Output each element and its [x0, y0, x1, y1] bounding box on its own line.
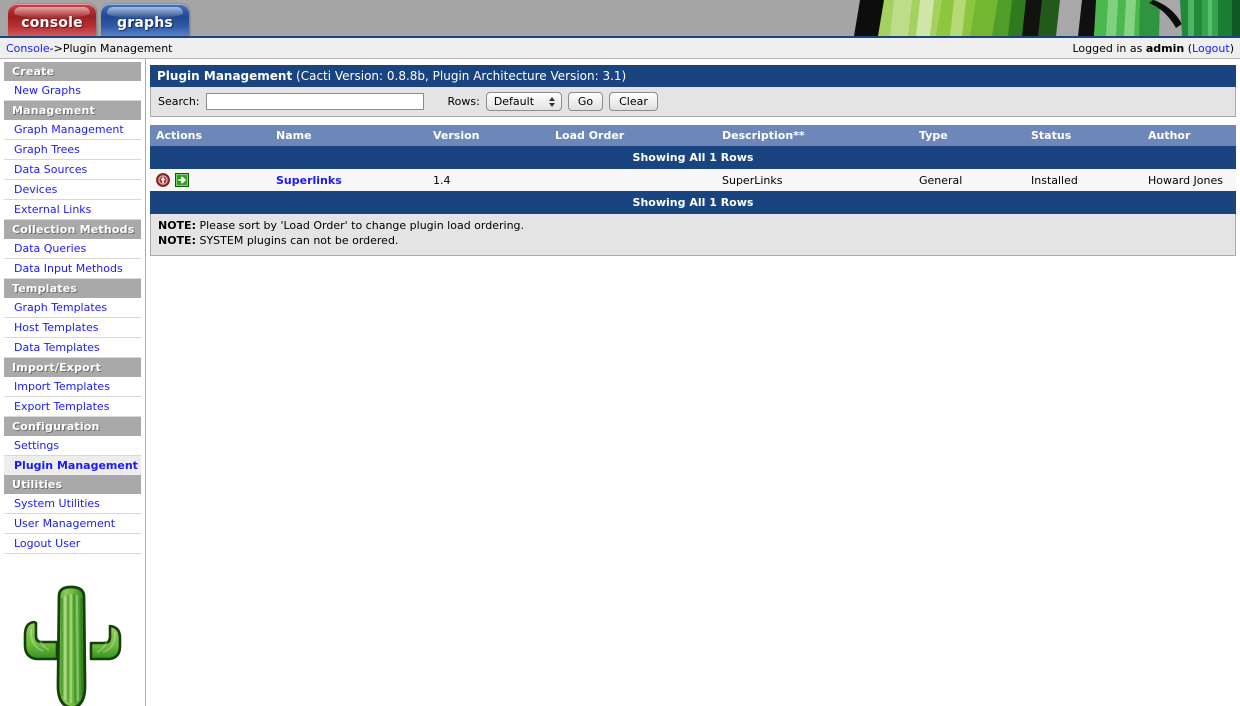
note-system-plugins: NOTE: SYSTEM plugins can not be ordered.	[158, 234, 1228, 249]
filter-toolbar: Search: Rows: Default Go Clear	[150, 87, 1236, 117]
sidebar-item-logout-user[interactable]: Logout User	[4, 534, 141, 554]
showing-rows-top-label: Showing All 1 Rows	[150, 146, 1236, 169]
sidebar-item-data-sources[interactable]: Data Sources	[4, 160, 141, 180]
logged-in-prefix: Logged in as	[1072, 41, 1146, 55]
plugin-name-link[interactable]: Superlinks	[276, 174, 342, 187]
cacti-console-page: console graphs Console -> Plugin Managem…	[0, 0, 1240, 706]
breadcrumb-bar: Console -> Plugin Management Logged in a…	[0, 38, 1240, 59]
sidebar-item-user-management[interactable]: User Management	[4, 514, 141, 534]
plugins-table: Showing All 1 Rows Actions Name Version …	[150, 125, 1236, 214]
tab-console[interactable]: console	[8, 4, 96, 36]
clear-button[interactable]: Clear	[609, 92, 658, 111]
col-header-status[interactable]: Status	[1025, 125, 1142, 147]
chevron-updown-icon	[548, 96, 555, 107]
plugins-table-head: Actions Name Version Load Order Descript…	[150, 125, 1236, 147]
plugins-table-body: Superlinks 1.4 SuperLinks General Instal…	[150, 168, 1236, 214]
sidebar-section-header: Import/Export	[4, 358, 141, 377]
col-header-description[interactable]: Description**	[716, 125, 913, 147]
col-header-load-order[interactable]: Load Order	[549, 125, 716, 147]
login-status: Logged in as admin (Logout)	[1072, 42, 1234, 55]
sidebar-item-import-templates[interactable]: Import Templates	[4, 377, 141, 397]
search-label: Search:	[158, 95, 200, 108]
top-tab-bar: console graphs	[0, 0, 1240, 38]
cactus-banner-graphic	[850, 0, 1240, 36]
rows-select[interactable]: Default	[485, 92, 562, 111]
sidebar-item-host-templates[interactable]: Host Templates	[4, 318, 141, 338]
showing-rows-bottom: Showing All 1 Rows	[150, 191, 1236, 214]
note-1-text: Please sort by 'Load Order' to change pl…	[195, 219, 525, 232]
cell-status: Installed	[1025, 168, 1142, 192]
sidebar-section-header: Management	[4, 101, 141, 120]
sidebar-item-new-graphs[interactable]: New Graphs	[4, 81, 141, 101]
rows-label: Rows:	[447, 95, 480, 108]
sidebar-item-graph-templates[interactable]: Graph Templates	[4, 298, 141, 318]
note-2-label: NOTE:	[158, 233, 196, 247]
col-header-name[interactable]: Name	[270, 125, 427, 147]
panel-title-rest: (Cacti Version: 0.8.8b, Plugin Architect…	[292, 69, 627, 83]
panel-title-bold: Plugin Management	[157, 69, 293, 83]
logout-paren-open: (	[1184, 41, 1193, 55]
tab-list: console graphs	[8, 4, 189, 36]
sidebar-item-graph-trees[interactable]: Graph Trees	[4, 140, 141, 160]
search-input[interactable]	[205, 93, 424, 110]
sidebar-section-header: Configuration	[4, 417, 141, 436]
sidebar-item-settings[interactable]: Settings	[4, 436, 141, 456]
rows-select-value: Default	[493, 95, 535, 108]
go-button[interactable]: Go	[567, 92, 604, 111]
cell-type: General	[913, 168, 1025, 192]
cell-description: SuperLinks	[716, 168, 913, 192]
sidebar-item-graph-management[interactable]: Graph Management	[4, 120, 141, 140]
sidebar-item-export-templates[interactable]: Export Templates	[4, 397, 141, 417]
breadcrumb-current: Plugin Management	[62, 41, 173, 55]
sidebar-item-devices[interactable]: Devices	[4, 180, 141, 200]
logout-link[interactable]: Logout	[1192, 42, 1230, 55]
cell-version: 1.4	[427, 168, 549, 192]
body-wrapper: Create New Graphs Management Graph Manageme…	[0, 59, 1240, 706]
sidebar-item-data-queries[interactable]: Data Queries	[4, 239, 141, 259]
col-header-type[interactable]: Type	[913, 125, 1025, 147]
cactus-logo	[23, 585, 121, 706]
note-2-text: SYSTEM plugins can not be ordered.	[195, 233, 399, 247]
plugins-table-header-row: Actions Name Version Load Order Descript…	[150, 125, 1236, 147]
col-header-version[interactable]: Version	[427, 125, 549, 147]
note-1-label: NOTE:	[158, 219, 196, 232]
uninstall-icon[interactable]	[156, 173, 170, 187]
breadcrumb-separator: ->	[49, 41, 63, 55]
sidebar-item-plugin-management[interactable]: Plugin Management	[4, 456, 141, 475]
cell-load-order	[549, 168, 716, 192]
logged-in-username: admin	[1145, 41, 1185, 55]
logout-paren-close: )	[1229, 41, 1234, 55]
sidebar-section-header: Collection Methods	[4, 220, 141, 239]
sidebar-item-system-utilities[interactable]: System Utilities	[4, 494, 141, 514]
enable-arrow-icon[interactable]	[175, 173, 189, 187]
sidebar-sections: Create New Graphs Management Graph Manageme…	[0, 62, 145, 554]
tab-graphs[interactable]: graphs	[101, 4, 189, 36]
sidebar-item-data-templates[interactable]: Data Templates	[4, 338, 141, 358]
sidebar-section-header: Create	[4, 62, 141, 81]
sidebar-nav: Create New Graphs Management Graph Manageme…	[0, 59, 146, 706]
main-content: Plugin Management (Cacti Version: 0.8.8b…	[146, 59, 1240, 706]
col-header-author[interactable]: Author	[1142, 125, 1236, 147]
tab-graphs-label: graphs	[117, 15, 173, 31]
cell-author: Howard Jones	[1142, 168, 1236, 192]
sidebar-item-external-links[interactable]: External Links	[4, 200, 141, 220]
breadcrumb-console-link[interactable]: Console	[6, 42, 50, 55]
cactus-logo-wrap	[0, 582, 145, 706]
sidebar-item-data-input-methods[interactable]: Data Input Methods	[4, 259, 141, 279]
panel-title: Plugin Management (Cacti Version: 0.8.8b…	[150, 65, 1236, 87]
col-header-actions[interactable]: Actions	[150, 125, 270, 147]
showing-rows-bottom-label: Showing All 1 Rows	[150, 191, 1236, 214]
note-load-order: NOTE: Please sort by 'Load Order' to cha…	[158, 219, 1228, 234]
table-row: Superlinks 1.4 SuperLinks General Instal…	[150, 168, 1236, 192]
notes-panel: NOTE: Please sort by 'Load Order' to cha…	[150, 214, 1236, 256]
sidebar-section-header: Utilities	[4, 475, 141, 494]
cell-name: Superlinks	[270, 168, 427, 192]
showing-rows-top: Showing All 1 Rows	[150, 146, 1236, 169]
sidebar-section-header: Templates	[4, 279, 141, 298]
tab-console-label: console	[21, 15, 83, 31]
cell-actions	[150, 168, 270, 192]
